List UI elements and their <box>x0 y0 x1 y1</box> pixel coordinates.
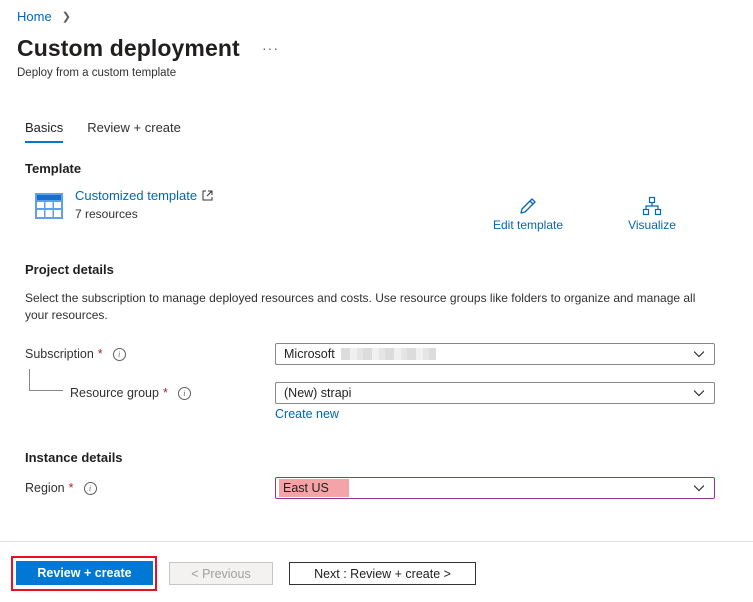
project-details-title: Project details <box>25 262 114 277</box>
subscription-select[interactable]: Microsoft <box>275 343 715 365</box>
page-title: Custom deployment <box>17 35 240 61</box>
resource-group-label: Resource group * i <box>70 386 191 400</box>
page-subtitle: Deploy from a custom template <box>17 67 177 79</box>
more-options-button[interactable]: ··· <box>262 40 279 56</box>
next-button[interactable]: Next : Review + create > <box>289 562 476 585</box>
footer-divider <box>0 541 753 542</box>
tree-connector-vertical <box>29 369 30 391</box>
subscription-value: Microsoft <box>284 347 335 361</box>
visualize-button[interactable]: Visualize <box>622 196 682 232</box>
breadcrumb-home-link[interactable]: Home <box>17 9 52 24</box>
required-asterisk: * <box>162 386 168 400</box>
customized-template-link[interactable]: Customized template <box>75 188 197 203</box>
required-asterisk: * <box>97 347 103 361</box>
required-asterisk: * <box>68 481 74 495</box>
chevron-down-icon <box>694 351 704 358</box>
edit-template-label: Edit template <box>492 218 564 232</box>
template-section-title: Template <box>25 161 82 176</box>
previous-button[interactable]: < Previous <box>169 562 273 585</box>
info-icon[interactable]: i <box>112 347 126 361</box>
subscription-label: Subscription * i <box>25 347 126 361</box>
tab-basics[interactable]: Basics <box>25 120 64 143</box>
tab-bar: Basics Review + create <box>25 120 181 143</box>
chevron-right-icon: ❯ <box>61 11 71 23</box>
resource-group-select[interactable]: (New) strapi <box>275 382 715 404</box>
tab-review-create[interactable]: Review + create <box>87 120 181 143</box>
create-new-link[interactable]: Create new <box>275 407 339 421</box>
chevron-down-icon <box>694 390 704 397</box>
template-resource-count: 7 resources <box>75 207 138 221</box>
chevron-down-icon <box>694 485 704 492</box>
redacted-text <box>340 348 436 360</box>
resource-group-value: (New) strapi <box>284 386 352 400</box>
breadcrumb: Home ❯ <box>17 9 71 24</box>
review-create-button[interactable]: Review + create <box>16 561 153 585</box>
external-link-icon <box>202 190 213 201</box>
region-value: East US <box>279 479 349 497</box>
project-details-description: Select the subscription to manage deploy… <box>25 291 696 322</box>
region-label: Region * i <box>25 481 97 495</box>
hierarchy-icon <box>642 196 662 216</box>
region-label-text: Region <box>25 481 65 495</box>
edit-template-button[interactable]: Edit template <box>488 196 568 232</box>
tree-connector-horizontal <box>29 390 63 391</box>
region-select[interactable]: East US <box>275 477 715 499</box>
visualize-label: Visualize <box>628 218 676 232</box>
instance-details-title: Instance details <box>25 450 123 465</box>
template-grid-icon <box>35 193 63 219</box>
pencil-icon <box>520 198 536 214</box>
customized-template-link-wrap: Customized template <box>75 188 213 203</box>
resource-group-label-text: Resource group <box>70 386 159 400</box>
subscription-label-text: Subscription <box>25 347 94 361</box>
info-icon[interactable]: i <box>177 386 191 400</box>
info-icon[interactable]: i <box>83 481 97 495</box>
